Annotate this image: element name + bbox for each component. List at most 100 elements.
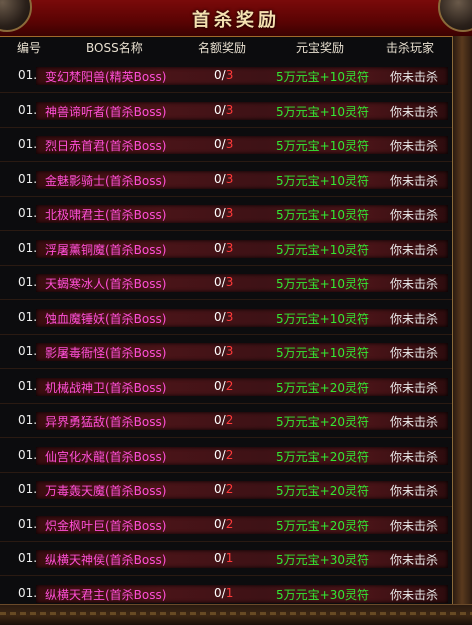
killer-player: 你未击杀 — [390, 449, 439, 464]
quota: 0/2 — [214, 447, 234, 462]
boss-name: 浮屠薰铜魔(首杀Boss) — [45, 242, 167, 257]
quota-total: 2 — [225, 447, 234, 462]
table-row[interactable]: 01. 北极啸君主(首杀Boss) 0/3 5万元宝+10灵符 你未击杀 — [0, 196, 452, 231]
quota-claimed: 0 — [214, 447, 222, 462]
table-row[interactable]: 01. 金魅影骑士(首杀Boss) 0/3 5万元宝+10灵符 你未击杀 — [0, 162, 452, 197]
quota-total: 3 — [225, 275, 234, 289]
table-row[interactable]: 01. 影屠毒衙怪(首杀Boss) 0/3 5万元宝+10灵符 你未击杀 — [0, 334, 452, 369]
table-row[interactable]: 01. 浮屠薰铜魔(首杀Boss) 0/3 5万元宝+10灵符 你未击杀 — [0, 231, 452, 266]
killer-player: 你未击杀 — [390, 242, 439, 257]
quota-claimed: 0 — [214, 378, 222, 393]
quota: 0/2 — [214, 482, 234, 496]
scrollbar[interactable] — [452, 36, 472, 624]
table-row[interactable]: 01. 机械战神卫(首杀Boss) 0/2 5万元宝+20灵符 你未击杀 — [0, 369, 452, 404]
table-row[interactable]: 01. 神兽谛听者(首杀Boss) 0/3 5万元宝+10灵符 你未击杀 — [0, 93, 452, 128]
ingot-reward: 5万元宝+10灵符 — [276, 346, 369, 360]
boss-name: 机械战神卫(首杀Boss) — [45, 380, 167, 395]
ingot-reward: 5万元宝+20灵符 — [276, 415, 369, 429]
boss-name: 炽金枫叶巨(首杀Boss) — [45, 518, 167, 533]
quota: 0/3 — [214, 137, 234, 151]
quota: 0/2 — [214, 378, 234, 393]
first-kill-reward-panel: 首杀奖励 编号 BOSS名称 名额奖励 元宝奖励 击杀玩家 01. 变幻梵阳兽(精… — [0, 0, 472, 625]
quota: 0/3 — [214, 344, 234, 358]
killer-player: 你未击杀 — [390, 104, 439, 119]
quota-total: 1 — [225, 585, 234, 600]
row-index: 01. — [18, 551, 38, 565]
quota-claimed: 0 — [214, 344, 222, 358]
row-index: 01. — [18, 378, 38, 393]
quota: 0/3 — [214, 102, 234, 117]
boss-name: 金魅影骑士(首杀Boss) — [45, 173, 167, 188]
quota-total: 3 — [225, 309, 234, 324]
quota: 0/3 — [214, 275, 234, 289]
row-index: 01. — [18, 206, 38, 220]
table-row[interactable]: 01. 纵横天神侯(首杀Boss) 0/1 5万元宝+30灵符 你未击杀 — [0, 541, 452, 576]
quota-claimed: 0 — [214, 275, 222, 289]
table-row[interactable]: 01. 变幻梵阳兽(精英Boss) 0/3 5万元宝+10灵符 你未击杀 — [0, 58, 452, 93]
quota-claimed: 0 — [214, 516, 222, 531]
boss-name: 异界勇猛敌(首杀Boss) — [45, 415, 167, 429]
header-quota: 名额奖励 — [198, 41, 247, 55]
window-title: 首杀奖励 — [192, 10, 280, 31]
ingot-reward: 5万元宝+10灵符 — [276, 173, 369, 188]
quota-total: 3 — [225, 68, 234, 82]
boss-name: 纵横天君主(首杀Boss) — [45, 587, 167, 602]
killer-player: 你未击杀 — [390, 587, 439, 602]
quota: 0/1 — [214, 551, 234, 565]
quota: 0/3 — [214, 240, 234, 255]
boss-name: 蚀血魔锤妖(首杀Boss) — [45, 311, 167, 326]
killer-player: 你未击杀 — [390, 415, 439, 429]
table-row[interactable]: 01. 异界勇猛敌(首杀Boss) 0/2 5万元宝+20灵符 你未击杀 — [0, 403, 452, 438]
boss-name: 仙宫化水龍(首杀Boss) — [45, 449, 167, 464]
quota-claimed: 0 — [214, 413, 222, 427]
table-row[interactable]: 01. 仙宫化水龍(首杀Boss) 0/2 5万元宝+20灵符 你未击杀 — [0, 438, 452, 473]
table-row[interactable]: 01. 万毒轰天魔(首杀Boss) 0/2 5万元宝+20灵符 你未击杀 — [0, 472, 452, 507]
header-boss-name: BOSS名称 — [86, 41, 143, 55]
table-row[interactable]: 01. 蚀血魔锤妖(首杀Boss) 0/3 5万元宝+10灵符 你未击杀 — [0, 300, 452, 335]
boss-name: 神兽谛听者(首杀Boss) — [45, 104, 167, 119]
killer-player: 你未击杀 — [390, 173, 439, 188]
quota-claimed: 0 — [214, 171, 222, 186]
quota-total: 2 — [225, 482, 234, 496]
row-index: 01. — [18, 275, 38, 289]
boss-name: 北极啸君主(首杀Boss) — [45, 208, 167, 222]
quota-claimed: 0 — [214, 68, 222, 82]
quota-total: 3 — [225, 206, 234, 220]
killer-player: 你未击杀 — [390, 311, 439, 326]
row-index: 01. — [18, 585, 38, 600]
row-index: 01. — [18, 240, 38, 255]
quota-total: 3 — [225, 240, 234, 255]
ingot-reward: 5万元宝+20灵符 — [276, 380, 369, 395]
ingot-reward: 5万元宝+10灵符 — [276, 277, 369, 291]
quota-total: 3 — [225, 137, 234, 151]
killer-player: 你未击杀 — [390, 70, 439, 84]
quota-total: 3 — [225, 171, 234, 186]
bottom-frame — [0, 604, 472, 625]
quota: 0/3 — [214, 171, 234, 186]
table-row[interactable]: 01. 烈日赤首君(首杀Boss) 0/3 5万元宝+10灵符 你未击杀 — [0, 127, 452, 162]
killer-player: 你未击杀 — [390, 380, 439, 395]
quota-total: 3 — [225, 102, 234, 117]
quota-claimed: 0 — [214, 102, 222, 117]
table-row[interactable]: 01. 天蝎寒冰人(首杀Boss) 0/3 5万元宝+10灵符 你未击杀 — [0, 265, 452, 300]
quota: 0/1 — [214, 585, 234, 600]
quota-claimed: 0 — [214, 240, 222, 255]
ingot-reward: 5万元宝+20灵符 — [276, 449, 369, 464]
row-index: 01. — [18, 344, 38, 358]
quota-claimed: 0 — [214, 309, 222, 324]
ingot-reward: 5万元宝+10灵符 — [276, 311, 369, 326]
header-index: 编号 — [17, 41, 42, 55]
quota-claimed: 0 — [214, 482, 222, 496]
row-index: 01. — [18, 516, 38, 531]
row-index: 01. — [18, 68, 38, 82]
quota-total: 2 — [225, 378, 234, 393]
table-row[interactable]: 01. 炽金枫叶巨(首杀Boss) 0/2 5万元宝+20灵符 你未击杀 — [0, 507, 452, 542]
boss-name: 影屠毒衙怪(首杀Boss) — [45, 346, 167, 360]
row-index: 01. — [18, 309, 38, 324]
quota-claimed: 0 — [214, 137, 222, 151]
boss-name: 变幻梵阳兽(精英Boss) — [45, 70, 167, 84]
ingot-reward: 5万元宝+10灵符 — [276, 242, 369, 257]
boss-name: 纵横天神侯(首杀Boss) — [45, 553, 167, 567]
header-reward: 元宝奖励 — [296, 41, 345, 55]
row-index: 01. — [18, 102, 38, 117]
